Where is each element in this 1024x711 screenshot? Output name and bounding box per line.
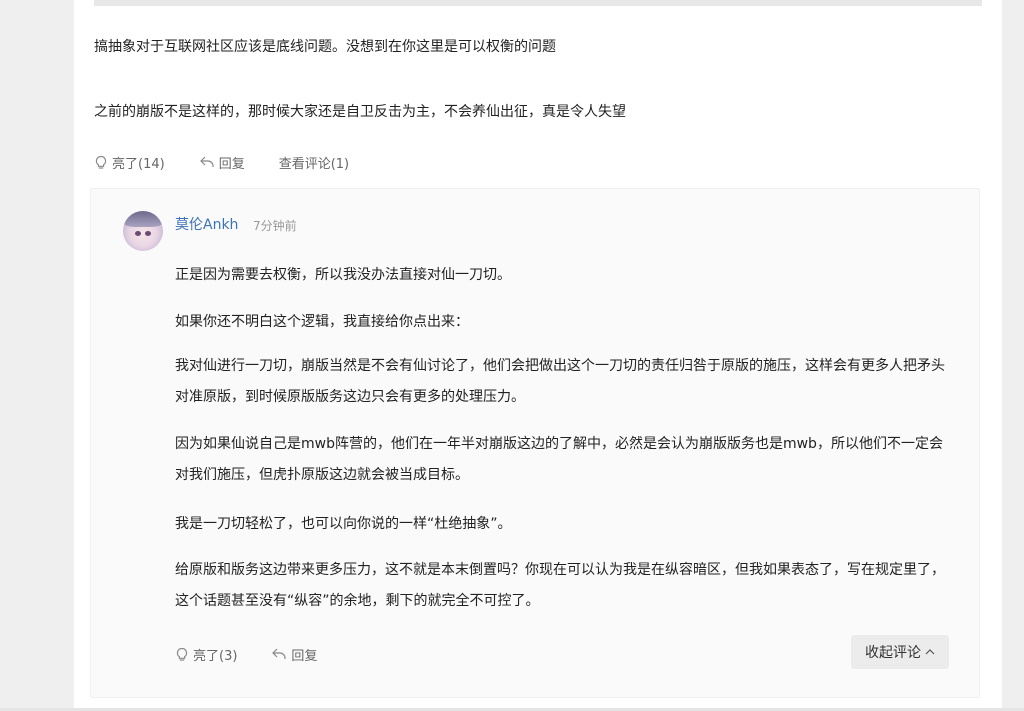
- avatar-eye: [145, 231, 151, 236]
- reply-paragraph: 正是因为需要去权衡，所以我没办法直接对仙一刀切。: [175, 267, 511, 283]
- reply-like-label: 亮了(3): [193, 648, 238, 664]
- reply-reply-label: 回复: [291, 648, 318, 664]
- reply-paragraph: 给原版和版务这边带来更多压力，这不就是本末倒置吗？你现在可以认为我是在纵容暗区，…: [175, 562, 945, 609]
- reply-panel: 莫伦Ankh 7分钟前 正是因为需要去权衡，所以我没办法直接对仙一刀切。 如果你…: [90, 188, 980, 698]
- reply-arrow-icon: [272, 648, 287, 659]
- collapse-comments-button[interactable]: 收起评论: [851, 635, 949, 669]
- avatar-eye: [135, 231, 141, 236]
- reply-reply-button[interactable]: 回复: [271, 645, 317, 664]
- reply-timestamp: 7分钟前: [253, 219, 297, 233]
- post-text-line-2: 之前的崩版不是这样的，那时候大家还是自卫反击为主，不会养仙出征，真是令人失望: [94, 104, 626, 120]
- reply-arrow-icon: [199, 156, 214, 167]
- collapse-comments-label: 收起评论: [865, 645, 921, 661]
- thread-card: 搞抽象对于互联网社区应该是底线问题。没想到在你这里是可以权衡的问题 之前的崩版不…: [74, 0, 1002, 711]
- avatar[interactable]: [123, 211, 163, 251]
- lightbulb-icon: [176, 647, 188, 661]
- reply-paragraph: 因为如果仙说自己是mwb阵营的，他们在一年半对崩版这边的了解中，必然是会认为崩版…: [175, 436, 943, 483]
- reply-paragraph: 如果你还不明白这个逻辑，我直接给你点出来：: [175, 314, 469, 330]
- post-text-line-1: 搞抽象对于互联网社区应该是底线问题。没想到在你这里是可以权衡的问题: [94, 39, 556, 55]
- post-reply-button[interactable]: 回复: [199, 153, 245, 172]
- reply-paragraph: 我对仙进行一刀切，崩版当然是不会有仙讨论了，他们会把做出这个一刀切的责任归咎于原…: [175, 358, 945, 405]
- post-reply-label: 回复: [218, 156, 245, 172]
- chevron-up-icon: [925, 649, 935, 655]
- reply-username[interactable]: 莫伦Ankh: [175, 214, 238, 234]
- page: 搞抽象对于互联网社区应该是底线问题。没想到在你这里是可以权衡的问题 之前的崩版不…: [0, 0, 1024, 711]
- post-like-label: 亮了(14): [112, 156, 165, 172]
- reply-like-button[interactable]: 亮了(3): [175, 645, 237, 664]
- reply-action-row: 亮了(3) 回复: [175, 644, 317, 664]
- view-comments-label: 查看评论(1): [278, 156, 350, 172]
- avatar-hair: [123, 211, 163, 227]
- reply-paragraph: 我是一刀切轻松了，也可以向你说的一样“杜绝抽象”。: [175, 516, 512, 532]
- lightbulb-icon: [95, 155, 107, 169]
- post-like-button[interactable]: 亮了(14): [94, 153, 165, 172]
- post-action-row: 亮了(14) 回复 查看评论(1): [94, 152, 349, 172]
- view-comments-link[interactable]: 查看评论(1): [279, 153, 349, 172]
- quoted-post-bar: [94, 0, 982, 6]
